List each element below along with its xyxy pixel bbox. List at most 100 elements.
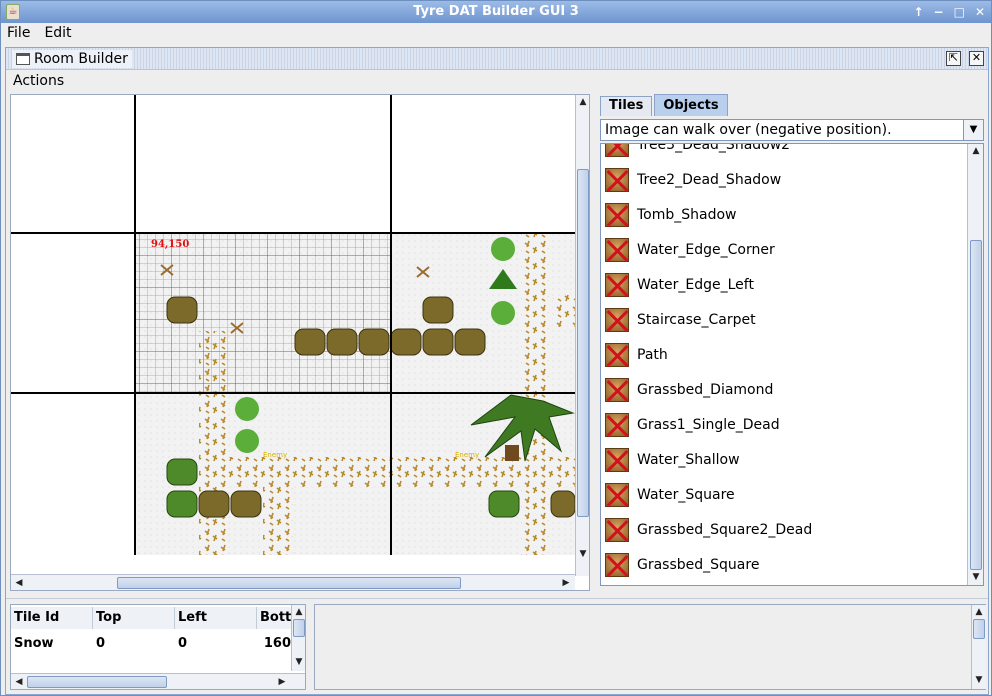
scroll-down-arrow[interactable]: ▼ [969,570,983,584]
object-name: Water_Square [637,486,735,503]
tab-objects[interactable]: Objects [654,94,728,116]
scroll-down-arrow[interactable]: ▼ [576,547,589,561]
map-horizontal-scrollbar[interactable]: ◀ ▶ [11,574,575,590]
title-bar[interactable]: ☕ Tyre DAT Builder GUI 3 ↑ − □ ✕ [1,1,991,23]
list-item[interactable]: Staircase_Carpet [605,302,965,337]
table-horizontal-scroll-thumb[interactable] [27,676,167,688]
object-list-scrollbar[interactable]: ▲ ▼ [967,144,983,585]
object-name: Grassbed_Square2_Dead [637,521,813,538]
details-pane[interactable]: ▲ ▼ [314,604,986,690]
table-cell-left[interactable]: 0 [175,633,257,655]
table-cell-tile-id[interactable]: Snow [11,633,93,655]
blocked-object-icon [605,237,629,262]
object-name: Staircase_Carpet [637,311,756,328]
list-item[interactable]: Water_Edge_Left [605,267,965,302]
object-name: Grass1_Single_Dead [637,416,780,433]
scroll-right-arrow[interactable]: ▶ [559,576,573,590]
blocked-object-icon [605,307,629,332]
list-item[interactable]: Grassbed_Square [605,547,965,582]
object-filter-value: Image can walk over (negative position). [605,122,892,138]
object-name: Grassbed_Diamond [637,381,774,398]
list-item[interactable]: Grassbed_Square2_Dead [605,512,965,547]
menu-edit[interactable]: Edit [44,23,71,43]
scroll-right-arrow[interactable]: ▶ [275,675,289,689]
list-item[interactable]: Tomb_Shadow [605,197,965,232]
tile-table[interactable]: Tile Id Top Left Bott Snow 0 0 160 ▲ ▼ ◀… [10,604,306,690]
palette-tabs: Tiles Objects [600,94,728,116]
actions-menu[interactable]: Actions [6,71,988,91]
room-builder-frame: Room Builder ⇱ ✕ Actions 94,150 Enemy En… [5,47,989,695]
scroll-up-arrow[interactable]: ▲ [292,605,305,619]
list-item[interactable]: Tree2_Dead_Shadow [605,162,965,197]
map-vertical-scroll-thumb[interactable] [577,169,589,517]
window-minimize-button[interactable]: − [934,1,944,23]
svg-text:Enemy: Enemy [455,451,479,459]
object-name: Tree3_Dead_Shadow2 [637,143,791,153]
tab-tiles[interactable]: Tiles [600,96,653,116]
object-name: Path [637,346,668,363]
blocked-object-icon [605,202,629,227]
frame-buttons: ⇱ ✕ [946,51,984,66]
details-vertical-scrollbar[interactable]: ▲ ▼ [971,605,986,689]
blocked-object-icon [605,144,629,157]
map-horizontal-scroll-thumb[interactable] [117,577,461,589]
object-name: Water_Shallow [637,451,740,468]
object-name: Tree2_Dead_Shadow [637,171,782,188]
menu-bar: File Edit [1,23,991,43]
window-shade-button[interactable]: ↑ [913,1,923,23]
details-vertical-scroll-thumb[interactable] [973,619,985,639]
blocked-object-icon [605,342,629,367]
column-header-tile-id[interactable]: Tile Id [11,607,93,629]
column-header-top[interactable]: Top [93,607,175,629]
chevron-down-icon[interactable]: ▼ [963,120,983,140]
object-name: Tomb_Shadow [637,206,737,223]
scroll-down-arrow[interactable]: ▼ [292,655,305,669]
object-name: Water_Edge_Corner [637,241,775,258]
window-close-button[interactable]: ✕ [975,1,985,23]
close-frame-button[interactable]: ✕ [969,51,984,66]
list-item[interactable]: Grass1_Single_Dead [605,407,965,442]
menu-file[interactable]: File [7,23,30,43]
scroll-up-arrow[interactable]: ▲ [969,144,983,158]
window-title: Tyre DAT Builder GUI 3 [413,4,579,19]
scroll-left-arrow[interactable]: ◀ [12,576,26,590]
blocked-object-icon [605,167,629,192]
blocked-object-icon [605,482,629,507]
blocked-object-icon [605,272,629,297]
map-vertical-scrollbar[interactable]: ▲ ▼ [575,95,589,576]
scroll-down-arrow[interactable]: ▼ [972,673,986,687]
table-horizontal-scrollbar[interactable]: ◀ ▶ [11,673,305,689]
room-builder-titlebar[interactable]: Room Builder ⇱ ✕ [6,48,988,70]
app-window: ☕ Tyre DAT Builder GUI 3 ↑ − □ ✕ File Ed… [0,0,992,696]
list-item[interactable]: Water_Edge_Corner [605,232,965,267]
svg-text:Enemy: Enemy [263,451,287,459]
scroll-up-arrow[interactable]: ▲ [576,95,589,109]
table-cell-bottom[interactable]: 160 [257,633,293,655]
room-builder-title-label: Room Builder [12,50,132,68]
window-icon [16,53,30,65]
table-cell-top[interactable]: 0 [93,633,175,655]
object-list[interactable]: Tree3_Dead_Shadow2 Tree2_Dead_Shadow Tom… [600,143,984,586]
object-list-scroll-thumb[interactable] [970,240,982,570]
room-map-canvas[interactable]: 94,150 Enemy Enemy ▲ ▼ ◀ ▶ [10,94,590,591]
restore-frame-button[interactable]: ⇱ [946,51,961,66]
object-filter-select[interactable]: Image can walk over (negative position).… [600,119,984,141]
column-header-left[interactable]: Left [175,607,257,629]
list-item[interactable]: Tree3_Dead_Shadow2 [605,143,965,162]
list-item[interactable]: Water_Square [605,477,965,512]
blocked-object-icon [605,412,629,437]
scroll-left-arrow[interactable]: ◀ [12,675,26,689]
table-vertical-scrollbar[interactable]: ▲ ▼ [291,605,305,671]
list-item[interactable]: Water_Shallow [605,442,965,477]
room-map-drawing[interactable]: 94,150 Enemy Enemy [11,95,575,555]
blocked-object-icon [605,377,629,402]
table-vertical-scroll-thumb[interactable] [293,619,305,637]
java-app-icon: ☕ [6,4,20,20]
scroll-up-arrow[interactable]: ▲ [972,605,986,619]
object-palette-pane: Tiles Objects Image can walk over (negat… [598,94,986,591]
window-maximize-button[interactable]: □ [954,1,965,23]
column-header-bottom[interactable]: Bott [257,607,293,629]
list-item[interactable]: Path [605,337,965,372]
room-builder-title: Room Builder [34,51,128,67]
list-item[interactable]: Grassbed_Diamond [605,372,965,407]
